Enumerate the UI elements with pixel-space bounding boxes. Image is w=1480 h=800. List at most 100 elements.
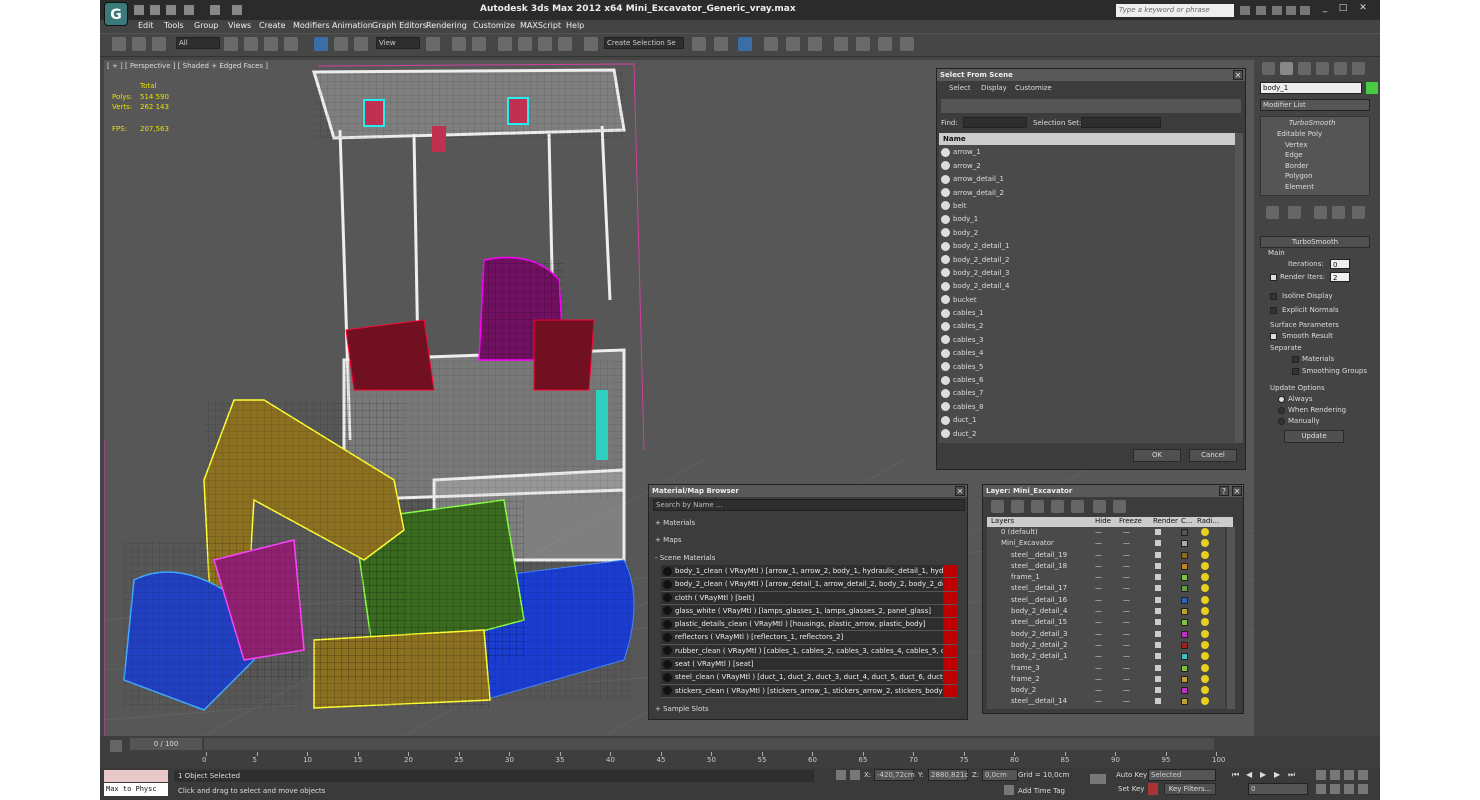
select-menu[interactable]: Select [949, 84, 971, 92]
freeze-toggle-icon[interactable]: — [1123, 550, 1130, 561]
layer-color-swatch[interactable] [1181, 562, 1188, 570]
render-toggle-icon[interactable] [1155, 630, 1161, 637]
window-crossing-icon[interactable] [284, 37, 298, 51]
layer-color-swatch[interactable] [1181, 585, 1188, 593]
pan-icon[interactable] [1330, 784, 1340, 794]
render-toggle-icon[interactable] [1155, 574, 1161, 581]
hide-toggle-icon[interactable]: — [1095, 561, 1102, 572]
maps-section[interactable]: + Maps [655, 536, 682, 544]
render-toggle-icon[interactable] [1155, 585, 1161, 592]
layer-dialog-title[interactable]: Layer: Mini_Excavator [983, 485, 1243, 497]
layer-dialog-close-button[interactable]: ✕ [1232, 486, 1242, 496]
radiosity-icon[interactable] [1201, 595, 1209, 604]
layer-row[interactable]: steel__detail_18 — — [987, 561, 1225, 572]
radiosity-icon[interactable] [1201, 697, 1209, 706]
scene-material-row[interactable]: cloth ( VRayMtl ) [belt] [661, 591, 957, 605]
angle-snap-icon[interactable] [518, 37, 532, 51]
render-toggle-icon[interactable] [1155, 619, 1161, 626]
radiosity-icon[interactable] [1201, 674, 1209, 683]
layer-row[interactable]: frame_3 — — [987, 663, 1225, 674]
layer-color-swatch[interactable] [1181, 596, 1188, 604]
always-radio[interactable] [1278, 396, 1285, 403]
display-menu[interactable]: Display [981, 84, 1007, 92]
select-manipulate-icon[interactable] [452, 37, 466, 51]
col-freeze[interactable]: Freeze [1119, 517, 1142, 525]
auto-key-button[interactable]: Auto Key [1116, 771, 1147, 779]
smooth-result-checkbox[interactable] [1270, 333, 1277, 340]
render-toggle-icon[interactable] [1155, 596, 1161, 603]
col-layers[interactable]: Layers [991, 517, 1014, 525]
menu-create[interactable]: Create [259, 21, 286, 30]
material-search-input[interactable]: Search by Name ... [653, 499, 965, 511]
radiosity-icon[interactable] [1201, 663, 1209, 672]
hide-toggle-icon[interactable]: — [1095, 640, 1102, 651]
configure-sets-icon[interactable] [1352, 206, 1365, 219]
hide-toggle-icon[interactable]: — [1095, 663, 1102, 674]
time-slider-track[interactable] [204, 738, 1214, 750]
mini-curve-editor-icon[interactable] [110, 740, 122, 752]
help-icon[interactable] [1300, 6, 1310, 15]
layer-row[interactable]: 0 (default) — — [987, 527, 1225, 538]
menu-tools[interactable]: Tools [164, 21, 184, 30]
freeze-toggle-icon[interactable]: — [1123, 606, 1130, 617]
render-toggle-icon[interactable] [1155, 687, 1161, 694]
scene-object-row[interactable]: duct_2 [939, 428, 1235, 441]
scene-object-row[interactable]: body_2_detail_2 [939, 254, 1235, 267]
scene-object-row[interactable]: belt [939, 200, 1235, 214]
stack-item-vertex[interactable]: Vertex [1285, 141, 1308, 149]
menu-edit[interactable]: Edit [138, 21, 154, 30]
layer-color-swatch[interactable] [1181, 698, 1188, 706]
create-tab-icon[interactable] [1262, 62, 1275, 75]
iterations-spinner[interactable]: 0 [1330, 259, 1350, 269]
freeze-toggle-icon[interactable]: — [1123, 527, 1130, 538]
layer-help-button[interactable]: ? [1219, 486, 1229, 496]
save-icon[interactable] [166, 5, 176, 15]
hide-toggle-icon[interactable]: — [1095, 674, 1102, 685]
maximize-viewport-icon[interactable] [1358, 784, 1368, 794]
select-and-move-icon[interactable] [314, 37, 328, 51]
radiosity-icon[interactable] [1201, 550, 1209, 559]
hide-toggle-icon[interactable]: — [1095, 696, 1102, 707]
align-icon[interactable] [714, 37, 728, 51]
scene-object-row[interactable]: cables_1 [939, 307, 1235, 321]
render-production-icon[interactable] [900, 37, 914, 51]
scene-object-row[interactable]: body_2_detail_4 [939, 280, 1235, 294]
render-toggle-icon[interactable] [1155, 653, 1161, 660]
scene-material-row[interactable]: seat ( VRayMtl ) [seat] [661, 658, 957, 672]
scene-material-row[interactable]: body_2_clean ( VRayMtl ) [arrow_detail_1… [661, 578, 957, 592]
undo-icon[interactable] [184, 5, 194, 15]
z-coordinate[interactable]: 0,0cm [982, 769, 1018, 781]
layer-row[interactable]: steel__detail_16 — — [987, 595, 1225, 606]
scene-materials-section[interactable]: - Scene Materials [655, 554, 715, 562]
hide-toggle-icon[interactable]: — [1095, 685, 1102, 696]
viewport-label[interactable]: [ + ] [ Perspective ] [ Shaded + Edged F… [107, 62, 268, 70]
radiosity-icon[interactable] [1201, 652, 1209, 661]
layer-color-swatch[interactable] [1181, 619, 1188, 627]
scene-object-row[interactable]: body_2 [939, 227, 1235, 241]
freeze-toggle-icon[interactable]: — [1123, 583, 1130, 594]
layer-color-swatch[interactable] [1181, 653, 1188, 661]
layer-row[interactable]: frame_1 — — [987, 572, 1225, 583]
goto-end-icon[interactable]: ⏭ [1288, 770, 1295, 780]
radiosity-icon[interactable] [1201, 618, 1209, 627]
radiosity-icon[interactable] [1201, 561, 1209, 570]
layer-row[interactable]: steel__detail_17 — — [987, 583, 1225, 594]
make-unique-icon[interactable] [1314, 206, 1327, 219]
render-toggle-icon[interactable] [1155, 551, 1161, 558]
radiosity-icon[interactable] [1201, 528, 1209, 536]
mirror-icon[interactable] [692, 37, 706, 51]
freeze-toggle-icon[interactable]: — [1123, 663, 1130, 674]
render-iters-spinner[interactable]: 2 [1330, 272, 1350, 282]
selection-filter-dropdown[interactable]: All [176, 37, 220, 49]
layer-row[interactable]: frame_2 — — [987, 674, 1225, 685]
freeze-toggle-icon[interactable]: — [1123, 617, 1130, 628]
display-tab-icon[interactable] [1334, 62, 1347, 75]
stack-item-element[interactable]: Element [1285, 183, 1314, 191]
bind-space-warp-icon[interactable] [152, 37, 166, 51]
scene-object-row[interactable]: cables_6 [939, 374, 1235, 388]
hide-all-layers-icon[interactable] [1093, 500, 1106, 513]
modifier-list-dropdown[interactable]: Modifier List [1260, 99, 1370, 111]
pivot-center-icon[interactable] [426, 37, 440, 51]
unlink-icon[interactable] [132, 37, 146, 51]
play-icon[interactable]: ▶ [1260, 770, 1266, 779]
